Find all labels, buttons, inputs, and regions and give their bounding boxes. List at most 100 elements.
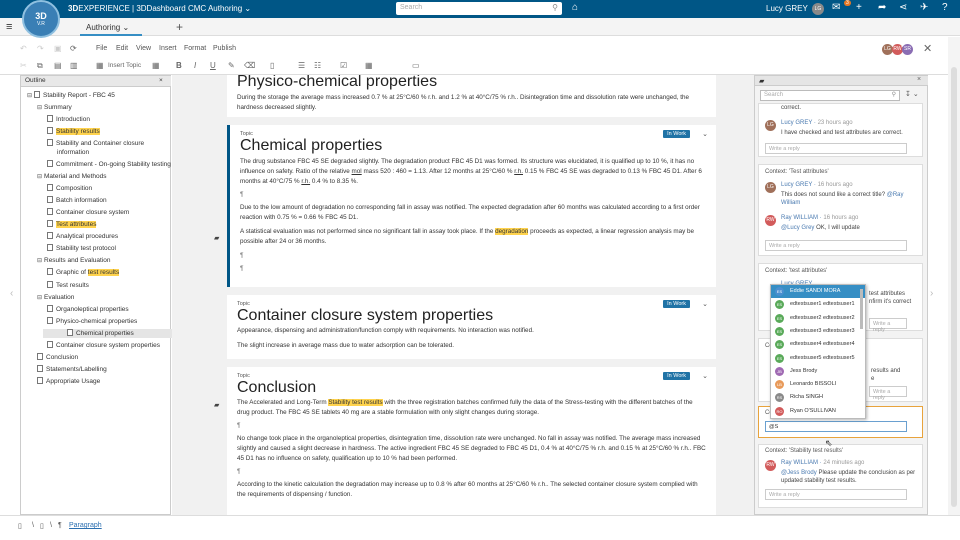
tab-authoring[interactable]: Authoring ⌄ [86,23,129,32]
chevron-down-icon[interactable]: ⌄ [702,372,708,380]
numbered-list-icon[interactable]: ☷ [314,61,321,70]
add-tab-button[interactable]: + [176,20,183,34]
outline-item[interactable]: Batch information [47,195,107,205]
topic-conclusion[interactable]: Topic In Work ⌄ Conclusion The Accelerat… [227,367,716,515]
menu-file[interactable]: File [96,45,107,52]
paragraph[interactable]: During the storage the average mass incr… [237,93,706,113]
comment-icon[interactable]: ▭ [412,61,420,70]
reply-input[interactable]: Write a reply [765,240,907,251]
outline-item[interactable]: Stability test protocol [47,244,116,253]
comment-highlight[interactable]: Stability test results [328,399,383,406]
clear-format-icon[interactable]: ⌫ [244,61,255,70]
paragraph[interactable]: The Accelerated and Long-Term Stability … [237,398,706,418]
undo-icon[interactable]: ↶ [20,44,27,53]
compass-logo[interactable]: 3D V.R [22,0,60,38]
outline-item[interactable]: Analytical procedures [47,232,118,241]
outline-item[interactable]: ⊟ Material and Methods [37,172,107,182]
outline-item[interactable]: Test attributes [47,220,97,229]
comment-highlight[interactable]: degradation [495,228,529,235]
topic-container-closure[interactable]: Topic In Work ⌄ Container closure system… [227,295,716,359]
outline-item[interactable]: ⊟ Summary [37,103,72,113]
paragraph[interactable]: Due to the low amount of degradation no … [240,203,706,223]
mention-option[interactable]: ES edtestsuser4 edtestsuser4 [771,338,865,351]
cut-icon[interactable]: ✂ [20,61,27,70]
insert-table-icon[interactable]: ▦ [152,61,160,70]
topic-chemical-properties[interactable]: Topic In Work ⌄ Chemical properties The … [227,125,716,287]
mention-option[interactable]: ES edtestsuser2 edtestsuser2 [771,312,865,325]
close-icon[interactable]: × [159,77,163,84]
scrollbar-thumb[interactable] [951,67,957,507]
collapse-toggle-icon[interactable]: ⊟ [37,104,44,113]
user-avatar[interactable]: LG [812,3,824,15]
reply-input[interactable]: Write a reply [765,489,907,500]
mention-option[interactable]: LB Leonardo BISSOLI [771,378,865,391]
mention-option[interactable]: JB Jess Brody [771,365,865,378]
highlight-icon[interactable]: ✎ [228,61,235,70]
menu-format[interactable]: Format [184,45,206,52]
outline-item[interactable]: Appropriate Usage [37,377,100,386]
outline-item[interactable]: Introduction [47,115,90,124]
mention-option[interactable]: ES edtestsuser5 edtestsuser5 [771,352,865,365]
search-icon[interactable]: ⚲ [552,3,558,12]
paste-special-icon[interactable]: ▥ [70,61,78,70]
collapse-toggle-icon[interactable]: ⊟ [27,92,34,101]
paragraph[interactable]: According to the kinetic calculation the… [237,480,706,500]
mention-dropdown[interactable]: ES Eddie SANDI MORA ES edtestsuser1 edtests… [770,284,866,419]
paragraph[interactable]: A statistical evaluation was not perform… [240,227,706,247]
status-badge[interactable]: In Work [663,130,690,138]
comment-marker-icon[interactable]: ▰ [214,234,219,242]
breadcrumb-paragraph[interactable]: Paragraph [69,522,102,529]
document-icon[interactable]: ▯ [270,61,274,70]
chevron-down-icon[interactable]: ⌄ [702,130,708,138]
outline-item[interactable]: Organoleptical properties [47,304,129,314]
copy-icon[interactable]: ⧉ [37,61,43,71]
outline-tab[interactable]: Outline × [21,76,171,87]
outline-item[interactable]: Container closure system properties [47,341,160,350]
collapse-toggle-icon[interactable]: ⊟ [37,294,44,303]
tools-icon[interactable]: ✈ [920,2,928,13]
paragraph[interactable]: Appearance, dispensing and administratio… [237,326,706,336]
menu-view[interactable]: View [136,45,151,52]
bold-button[interactable]: B [176,61,182,70]
hamburger-menu-icon[interactable]: ≡ [6,21,12,33]
menu-publish[interactable]: Publish [213,45,236,52]
notifications-icon[interactable]: ✉ [832,2,840,13]
grid-icon[interactable]: ▦ [365,61,373,70]
document-icon[interactable]: ▯ [18,522,22,530]
user-name[interactable]: Lucy GREY [766,4,808,13]
outline-item[interactable]: Stability results [47,127,100,136]
mention-option[interactable]: ES edtestsuser1 edtestsuser1 [771,298,865,311]
outline-item[interactable]: Test results [47,280,89,290]
outline-item[interactable]: Composition [47,183,92,193]
network-icon[interactable]: ⋖ [899,2,907,13]
mention[interactable]: @Lucy Grey [781,225,814,231]
paste-icon[interactable]: ▤ [54,61,62,70]
reply-input[interactable]: Write a reply [869,318,907,333]
tag-icon[interactable]: ⌂ [572,2,578,13]
paragraph[interactable]: The drug substance FBC 45 SE degraded sl… [240,157,706,187]
topic-physico-chemical[interactable]: Physico-chemical properties During the s… [227,75,716,117]
mention-option[interactable]: RO Ryan O'SULLIVAN [771,405,865,418]
italic-button[interactable]: I [194,61,196,70]
app-title[interactable]: 3DEXPERIENCE | 3DDashboard CMC Authoring… [68,4,251,13]
dropdown-scrollbar[interactable] [860,289,863,329]
outline-item[interactable]: Commitment - On-going Stability testing [47,159,171,169]
bullet-list-icon[interactable]: ☰ [298,61,305,70]
underline-button[interactable]: U [210,61,216,70]
chevron-left-icon[interactable]: ‹ [10,288,13,299]
mention[interactable]: @Jess Brody [781,470,817,476]
reply-input[interactable]: Write a reply [765,143,907,154]
outline-item[interactable]: Graphic of test results [47,268,120,277]
comment-thread[interactable]: correct. LG Lucy GREY · 23 hours ago I h… [758,103,923,157]
mention-option[interactable]: ES edtestsuser3 edtestsuser3 [771,325,865,338]
paragraph[interactable]: No change took place in the organoleptic… [237,434,706,464]
comment-thread[interactable]: Context: 'Test attributes' LG Lucy GREY … [758,164,923,256]
sort-button[interactable]: ↧ ⌄ [905,90,919,98]
collapse-toggle-icon[interactable]: ⊟ [37,257,44,266]
comments-icon[interactable]: ▰ [759,77,764,85]
outline-item[interactable]: Statements/Labelling [37,365,107,374]
reply-input[interactable]: Write a reply [869,386,907,401]
redo-icon[interactable]: ↷ [37,44,44,53]
status-badge[interactable]: In Work [663,300,690,308]
insert-topic-icon[interactable]: ▦ [96,61,104,70]
